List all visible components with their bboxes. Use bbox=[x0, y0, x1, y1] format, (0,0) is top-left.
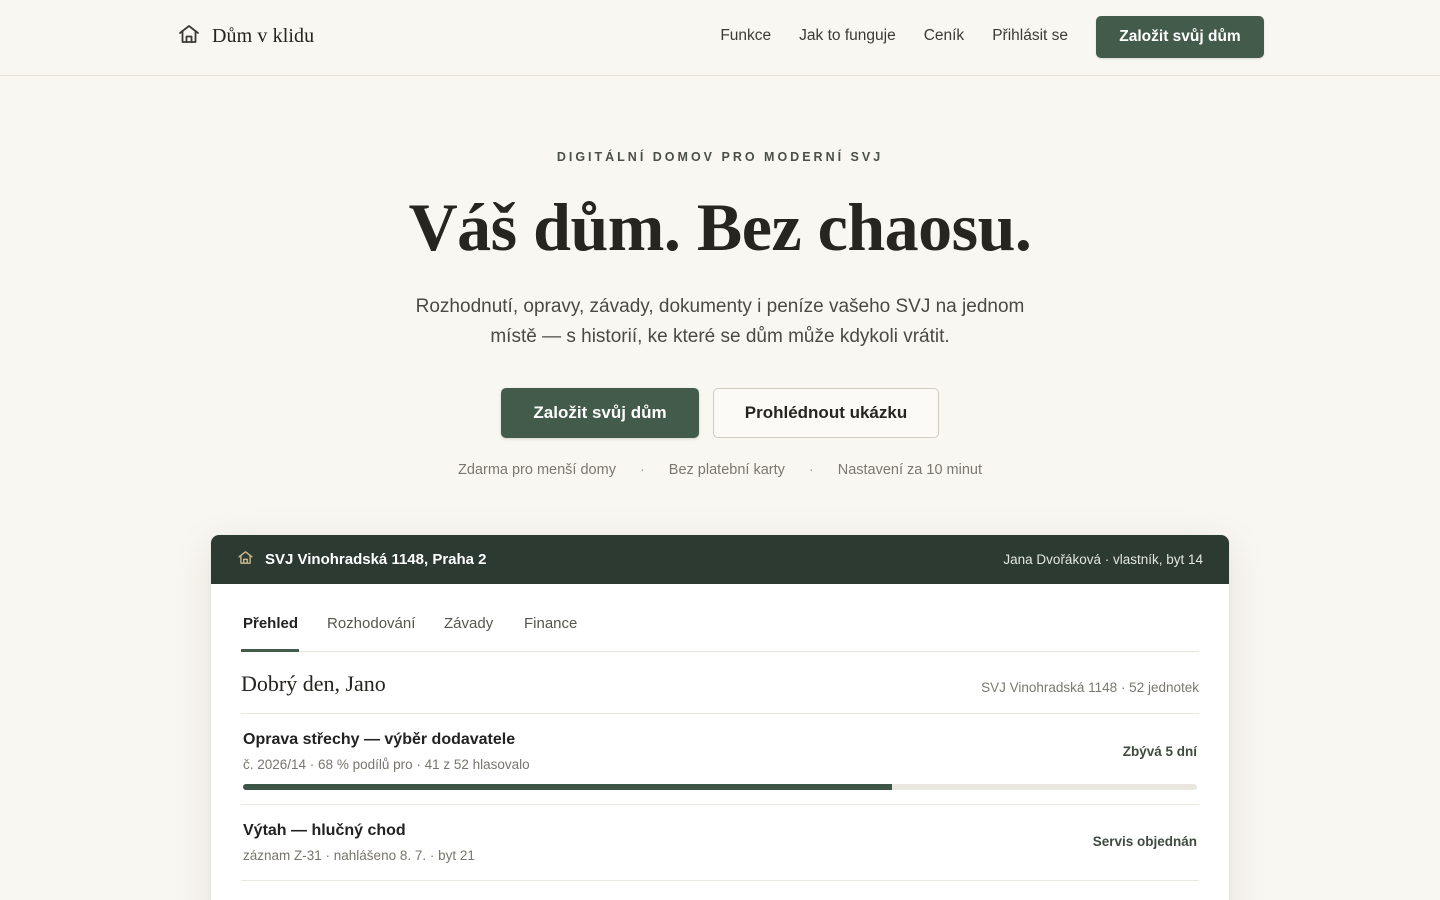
divider bbox=[241, 804, 1199, 805]
perk-setup-time: Nastavení za 10 minut bbox=[837, 462, 982, 478]
vote-progress-bar bbox=[243, 784, 1197, 790]
view-demo-button[interactable]: Prohlédnout ukázku bbox=[713, 388, 939, 438]
item-title-elevator[interactable]: Výtah — hlučný chod bbox=[243, 822, 406, 840]
brand-name: Dům v klidu bbox=[212, 24, 315, 47]
brand-logo[interactable]: Dům v klidu bbox=[177, 22, 314, 50]
create-house-button[interactable]: Založit svůj dům bbox=[501, 388, 699, 438]
app-preview: SVJ Vinohradská 1148, Praha 2 Jana Dvořá… bbox=[211, 535, 1229, 900]
greeting: Dobrý den, Jano bbox=[241, 671, 386, 696]
nav-link-jak-to-funguje[interactable]: Jak to funguje bbox=[799, 27, 896, 45]
perk-separator: · bbox=[808, 462, 814, 478]
nav-link-cenik[interactable]: Ceník bbox=[924, 27, 965, 45]
preview-user: Jana Dvořáková · vlastník, byt 14 bbox=[1003, 552, 1203, 567]
item-status-roof-repair: Zbývá 5 dní bbox=[1122, 744, 1197, 759]
vote-progress-fill bbox=[243, 784, 892, 790]
hero-headline: Váš dům. Bez chaosu. bbox=[408, 189, 1032, 265]
item-meta-roof-repair: č. 2026/14 · 68 % podílů pro · 41 z 52 h… bbox=[243, 757, 530, 772]
perk-no-card: Bez platební karty bbox=[668, 462, 785, 478]
item-status-elevator: Servis objednán bbox=[1092, 834, 1197, 849]
perk-separator: · bbox=[639, 462, 645, 478]
house-icon bbox=[237, 549, 254, 571]
nav-link-funkce[interactable]: Funkce bbox=[720, 27, 771, 45]
nav-link-prihlasit[interactable]: Přihlásit se bbox=[992, 27, 1068, 45]
nav-links: Funkce Jak to funguje Ceník Přihlásit se bbox=[720, 27, 1068, 45]
hero-subhead: Rozhodnutí, opravy, závady, dokumenty i … bbox=[415, 296, 1025, 347]
tab-zavady[interactable]: Závady bbox=[444, 615, 493, 632]
tab-rozhodovani[interactable]: Rozhodování bbox=[327, 615, 415, 632]
greeting-meta: SVJ Vinohradská 1148 · 52 jednotek bbox=[981, 680, 1199, 695]
preview-header: SVJ Vinohradská 1148, Praha 2 Jana Dvořá… bbox=[211, 535, 1229, 584]
preview-building-name: SVJ Vinohradská 1148, Praha 2 bbox=[265, 551, 487, 568]
item-title-roof-repair[interactable]: Oprava střechy — výběr dodavatele bbox=[243, 731, 515, 749]
divider bbox=[241, 880, 1199, 881]
active-tab-indicator bbox=[241, 649, 299, 652]
nav-cta-button[interactable]: Založit svůj dům bbox=[1096, 16, 1264, 58]
top-nav: Dům v klidu Funkce Jak to funguje Ceník … bbox=[0, 0, 1440, 76]
house-icon bbox=[177, 22, 201, 51]
hero-eyebrow: DIGITÁLNÍ DOMOV PRO MODERNÍ SVJ bbox=[556, 150, 884, 164]
hero-perks: Zdarma pro menší domy · Bez platební kar… bbox=[0, 462, 1440, 478]
preview-tabs: Přehled Rozhodování Závady Finance bbox=[241, 584, 1199, 652]
divider bbox=[241, 713, 1199, 714]
tab-prehled[interactable]: Přehled bbox=[243, 615, 298, 632]
perk-free: Zdarma pro menší domy bbox=[458, 462, 616, 478]
tab-finance[interactable]: Finance bbox=[524, 615, 577, 632]
item-meta-elevator: záznam Z-31 · nahlášeno 8. 7. · byt 21 bbox=[243, 848, 475, 863]
